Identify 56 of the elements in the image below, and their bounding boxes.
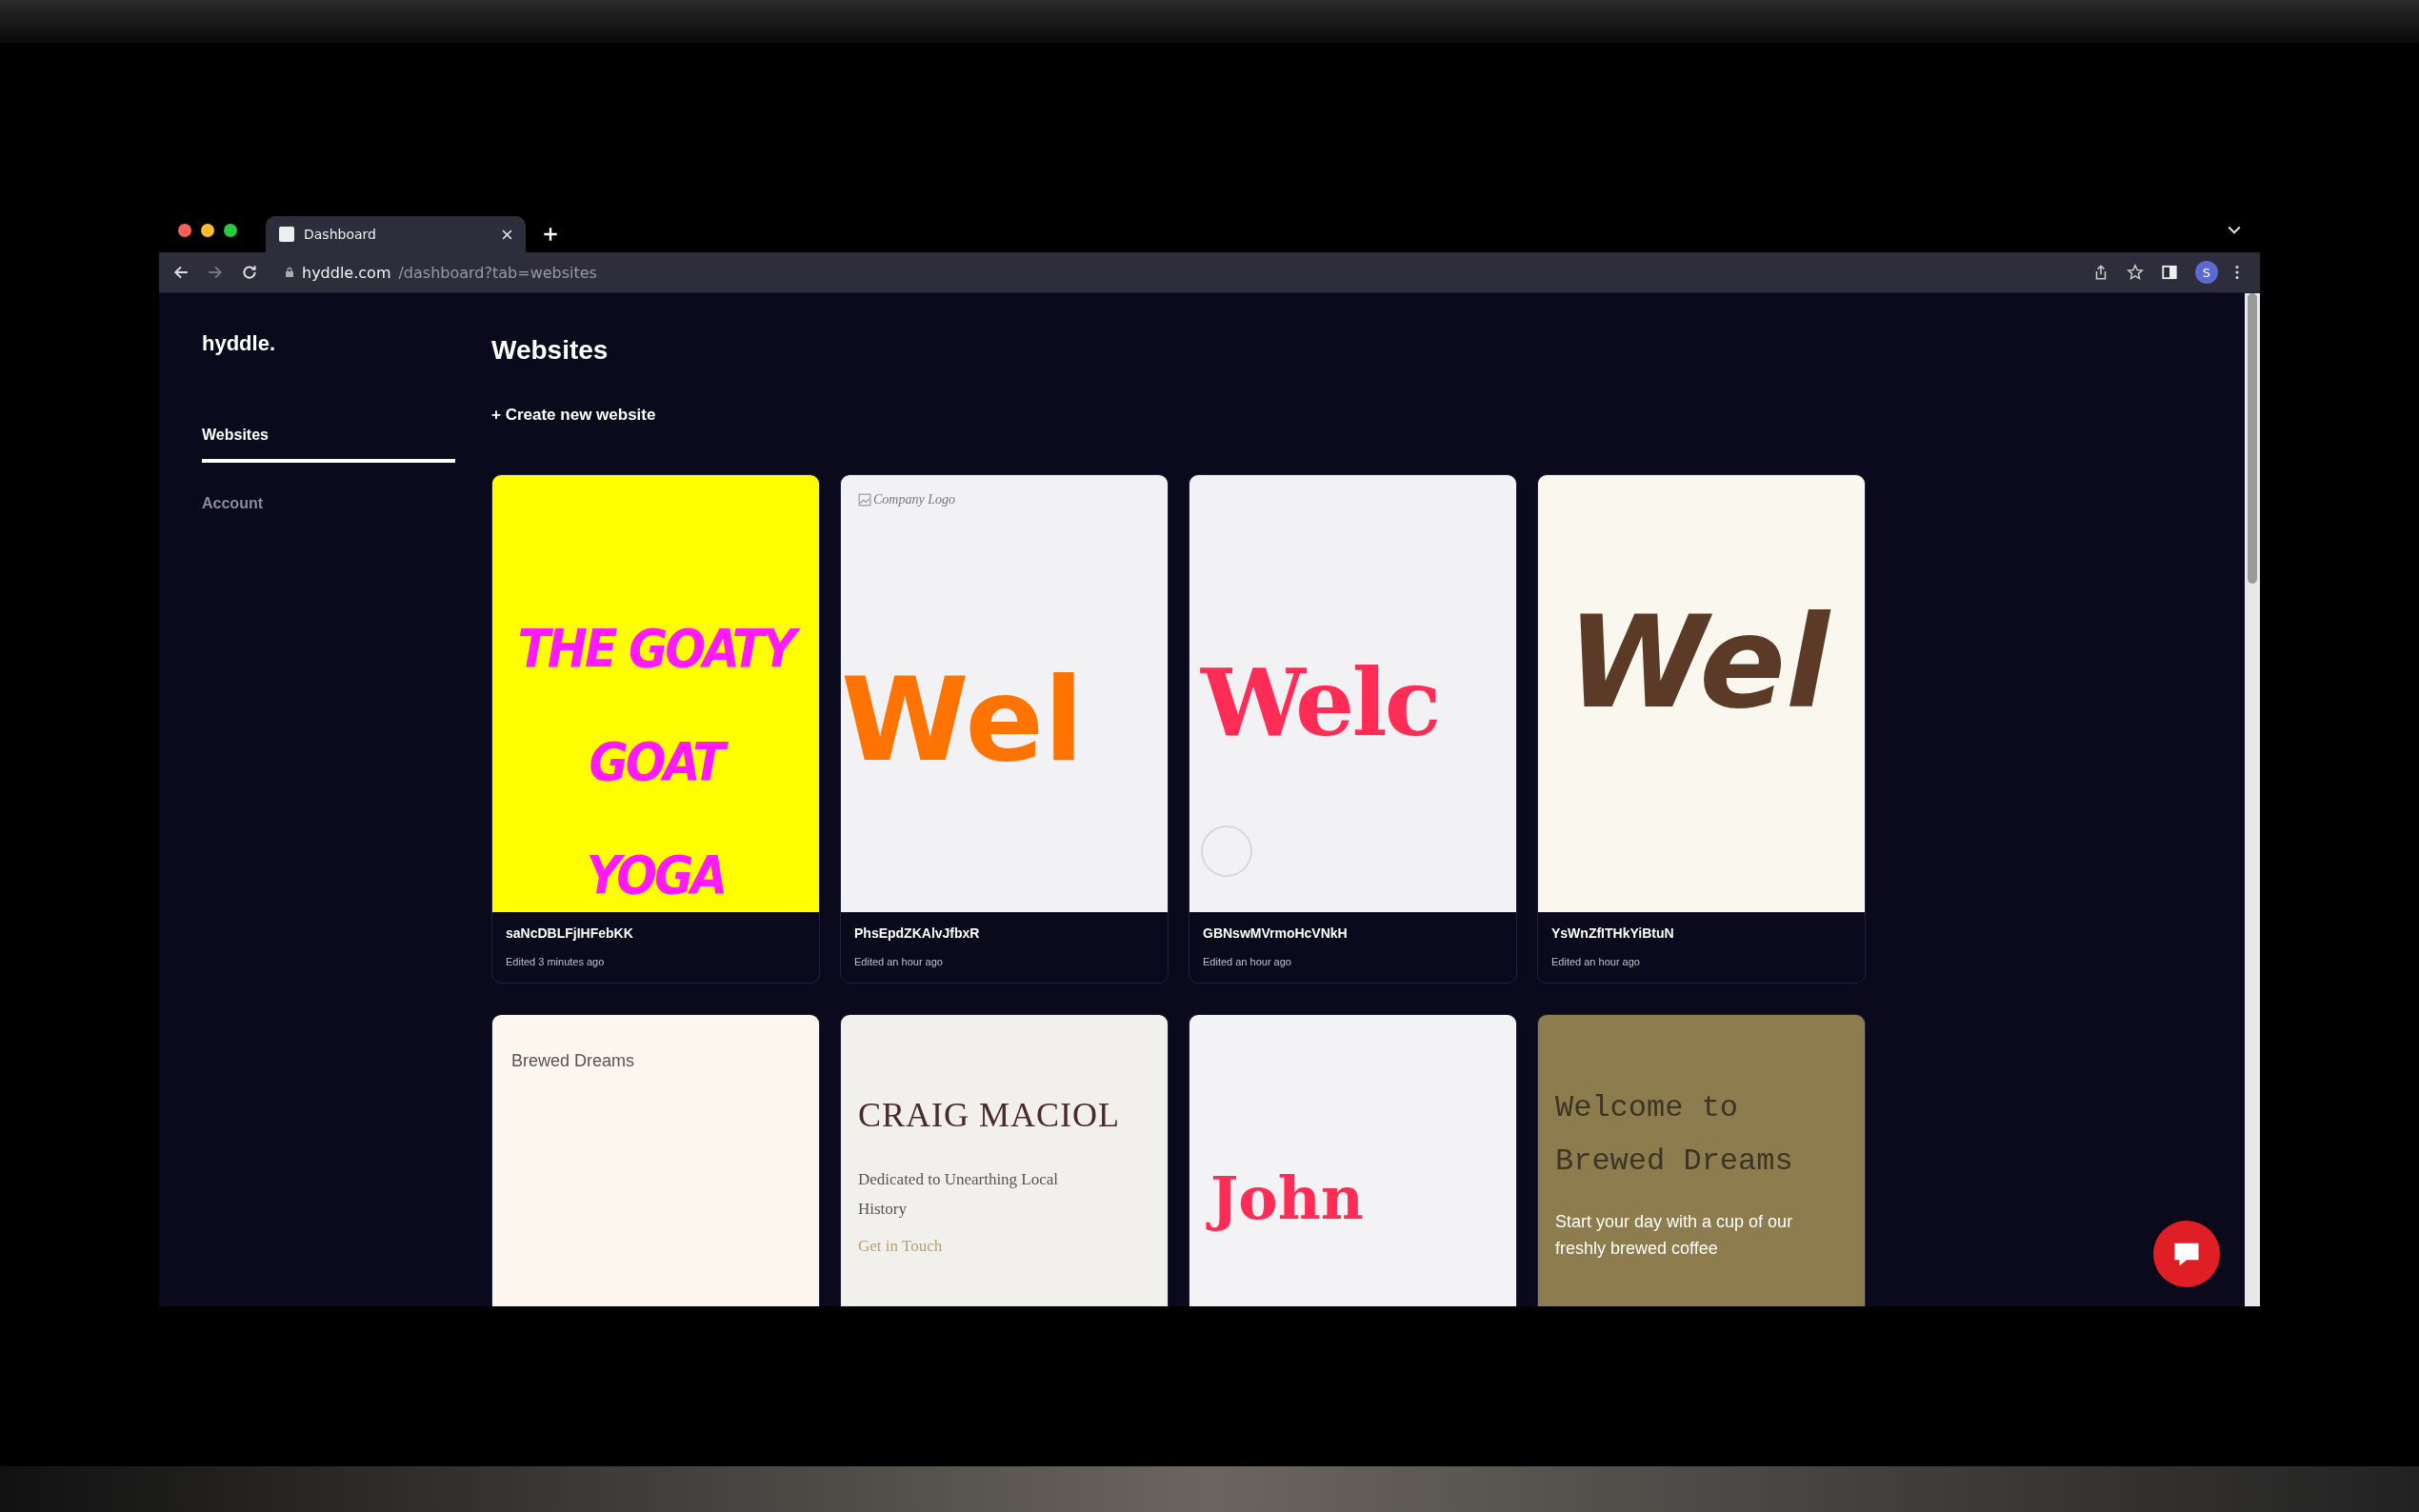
broken-image-icon bbox=[858, 493, 871, 507]
website-name: GBNswMVrmoHcVNkH bbox=[1203, 925, 1349, 941]
favicon-icon bbox=[279, 227, 294, 242]
preview-body: Dedicated to Unearthing Local History bbox=[858, 1169, 1060, 1220]
ring-shape bbox=[1201, 826, 1252, 877]
page-title: Websites bbox=[491, 335, 610, 366]
preview-link: Get in Touch bbox=[858, 1237, 943, 1257]
preview-poster: GOAT bbox=[581, 729, 730, 794]
website-card[interactable]: Wel YsWnZfITHkYiBtuN Edited an hour ago bbox=[1537, 474, 1866, 984]
preview-headline: Welc bbox=[1201, 647, 1439, 759]
logo[interactable]: hyddle. bbox=[202, 331, 275, 356]
preview-poster: THE GOATY bbox=[510, 616, 802, 681]
reload-icon[interactable] bbox=[241, 264, 258, 281]
website-name: PhsEpdZKAlvJfbxR bbox=[854, 925, 981, 941]
edited-time: Edited 3 minutes ago bbox=[506, 956, 606, 967]
website-card[interactable]: Company Logo Wel PhsEpdZKAlvJfbxR Edited an hour ago bbox=[840, 474, 1169, 984]
sidebar-item[interactable]: Account bbox=[202, 495, 455, 527]
preview-logo: CRAIG MACIOL bbox=[858, 1095, 1121, 1135]
address-field[interactable]: hyddle.com /dashboard?tab=websites bbox=[275, 257, 2075, 288]
profile-avatar[interactable]: S bbox=[2195, 261, 2218, 284]
preview-headline: Welcome to Brewed Dreams bbox=[1555, 1089, 1794, 1181]
preview-body: Start your day with a cup of our freshly brewed coffee bbox=[1555, 1211, 1794, 1260]
website-name: YsWnZfITHkYiBtuN bbox=[1551, 925, 1675, 941]
website-card[interactable]: Brewed Dreams bbox=[491, 1014, 820, 1306]
preview-headline: Wel bbox=[841, 662, 1085, 778]
maximize-window-icon[interactable] bbox=[224, 223, 237, 237]
browser-tab[interactable]: Dashboard bbox=[266, 216, 526, 252]
website-card[interactable]: Welc GBNswMVrmoHcVNkH Edited an hour ago bbox=[1189, 474, 1517, 984]
side-panel-icon[interactable] bbox=[2161, 264, 2178, 281]
chevron-down-icon[interactable] bbox=[2228, 226, 2241, 235]
close-window-icon[interactable] bbox=[178, 223, 191, 237]
edited-time: Edited an hour ago bbox=[1203, 956, 1292, 967]
close-icon[interactable] bbox=[502, 229, 512, 240]
website-card[interactable]: THE GOATY GOAT YOGA saNcDBLFjIHFebKK Edited 3 minutes ago bbox=[491, 474, 820, 984]
image-alt-text: Company Logo bbox=[873, 492, 955, 507]
website-card[interactable]: CRAIG MACIOL Dedicated to Unearthing Local History Get in Touch bbox=[840, 1014, 1169, 1306]
preview-headline: Wel bbox=[1567, 599, 1832, 726]
edited-time: Edited an hour ago bbox=[854, 956, 944, 967]
star-icon[interactable] bbox=[2127, 264, 2144, 281]
forward-icon[interactable] bbox=[207, 264, 224, 281]
plus-icon[interactable] bbox=[543, 227, 558, 242]
preview-poster: YOGA bbox=[585, 843, 727, 907]
back-icon[interactable] bbox=[172, 264, 190, 281]
preview-logo: Brewed Dreams bbox=[511, 1051, 636, 1071]
website-name: saNcDBLFjIHFebKK bbox=[506, 925, 634, 941]
create-website-link[interactable]: + Create new website bbox=[491, 406, 656, 425]
preview-headline: John bbox=[1207, 1158, 1368, 1241]
lock-icon bbox=[285, 267, 294, 278]
edited-time: Edited an hour ago bbox=[1551, 956, 1641, 967]
menu-icon[interactable] bbox=[2235, 265, 2239, 280]
website-card[interactable]: Welcome to Brewed Dreams Start your day with a cup of our freshly brewed coffee bbox=[1537, 1014, 1866, 1306]
scrollbar-thumb[interactable] bbox=[2248, 293, 2257, 584]
minimize-window-icon[interactable] bbox=[201, 223, 214, 237]
sidebar-item[interactable]: Websites bbox=[202, 427, 455, 463]
chat-bubble-icon bbox=[2172, 1241, 2201, 1267]
scrollbar[interactable] bbox=[2245, 293, 2260, 1306]
